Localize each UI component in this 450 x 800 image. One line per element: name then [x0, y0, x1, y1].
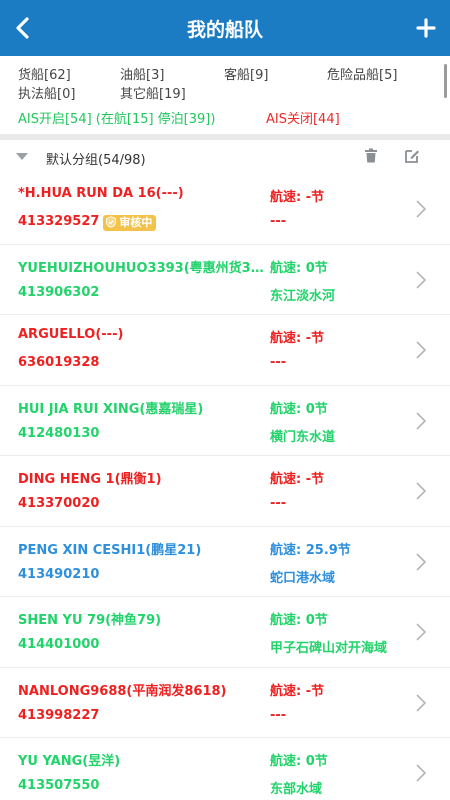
- group-header[interactable]: 默认分组(54/98): [0, 140, 450, 174]
- group-name: 默认分组(54/98): [46, 153, 146, 168]
- ship-area: ---: [270, 214, 287, 229]
- ship-mmsi: 636019328: [18, 355, 99, 370]
- fleet-stats: 货船[62] 油船[3] 客船[9] 危险品船[5] 执法船[0] 其它船[19…: [0, 56, 450, 134]
- ship-name: ARGUELLO(---): [18, 327, 124, 342]
- ship-area: 甲子石碑山对开海域: [270, 641, 388, 656]
- chevron-right-icon[interactable]: [414, 621, 428, 643]
- trash-icon[interactable]: [362, 147, 380, 165]
- ship-mmsi-value: 413490210: [18, 566, 100, 582]
- ship-name: NANLONG9688(平南润发8618): [18, 683, 227, 699]
- scrollbar[interactable]: [444, 64, 447, 98]
- ship-mmsi: 414401000: [18, 637, 99, 652]
- ship-row[interactable]: DING HENG 1(鼎衡1) 413370020 航速: -节 ---: [0, 456, 450, 527]
- ship-mmsi: 413329527 审核中: [18, 214, 157, 231]
- edit-icon[interactable]: [403, 147, 421, 165]
- ship-name: DING HENG 1(鼎衡1): [18, 472, 162, 487]
- ship-mmsi-value: 413507550: [18, 778, 100, 793]
- chevron-right-icon[interactable]: [414, 762, 428, 784]
- ship-name: SHEN YU 79(神鱼79): [18, 613, 162, 628]
- stat-ais-off[interactable]: AIS关闭[44]: [266, 108, 340, 127]
- ship-mmsi-value: 412480130: [18, 425, 100, 441]
- ship-speed: 航速: 25.9节: [270, 542, 351, 558]
- chevron-right-icon[interactable]: [414, 198, 428, 220]
- ship-area: 横门东水道: [270, 429, 336, 445]
- ship-mmsi: 413507550: [18, 778, 99, 793]
- status-badge-label: 审核中: [119, 216, 153, 229]
- ship-mmsi: 413906302: [18, 285, 99, 300]
- ship-speed: 航速: 0节: [270, 613, 328, 628]
- status-badge: 审核中: [103, 215, 157, 231]
- ship-mmsi: 413998227: [18, 708, 99, 723]
- stat-passenger[interactable]: 客船[9]: [224, 64, 268, 83]
- ship-mmsi: 413490210: [18, 567, 99, 582]
- ship-row[interactable]: NANLONG9688(平南润发8618) 413998227 航速: -节 ---: [0, 668, 450, 738]
- ship-area: ---: [270, 355, 287, 370]
- ship-mmsi-value: 636019328: [18, 355, 100, 370]
- ship-row[interactable]: YU YANG(昱洋) 413507550 航速: 0节 东部水域: [0, 738, 450, 800]
- ship-name: PENG XIN CESHI1(鹏星21): [18, 542, 202, 558]
- ship-mmsi-value: 413370020: [18, 496, 100, 511]
- collapse-triangle-icon[interactable]: [16, 153, 28, 160]
- ship-row[interactable]: SHEN YU 79(神鱼79) 414401000 航速: 0节甲子石碑山对开海域: [0, 597, 450, 668]
- ship-row[interactable]: *H.HUA RUN DA 16(---) 413329527 审核中 航速: -节 -…: [0, 174, 450, 245]
- chevron-right-icon[interactable]: [414, 551, 428, 573]
- ship-area: ---: [270, 707, 287, 723]
- chevron-right-icon[interactable]: [414, 692, 428, 714]
- stat-law[interactable]: 执法船[0]: [18, 83, 75, 102]
- plus-icon[interactable]: [410, 12, 442, 44]
- ship-name: YUEHUIZHOUHUO3393(粤惠州货3393): [18, 260, 266, 276]
- ship-name: *H.HUA RUN DA 16(---): [18, 186, 184, 201]
- ship-area: 东部水域: [270, 782, 323, 797]
- ship-mmsi-value: 414401000: [18, 637, 100, 652]
- chevron-right-icon[interactable]: [414, 269, 428, 291]
- ship-mmsi-value: 413906302: [18, 284, 100, 300]
- ship-speed: 航速: -节: [270, 331, 325, 346]
- chevron-right-icon[interactable]: [414, 410, 428, 432]
- ship-area: 东江淡水河: [270, 288, 336, 304]
- ship-row[interactable]: YUEHUIZHOUHUO3393(粤惠州货3393) 413906302 航速: …: [0, 245, 450, 315]
- ship-row[interactable]: ARGUELLO(---) 636019328 航速: -节 ---: [0, 315, 450, 386]
- page-title: 我的船队: [186, 19, 263, 41]
- ship-speed: 航速: 0节: [270, 401, 328, 417]
- stat-cargo[interactable]: 货船[62]: [18, 64, 71, 83]
- ship-name: YU YANG(昱洋): [18, 754, 121, 769]
- chevron-right-icon[interactable]: [414, 480, 428, 502]
- ship-speed: 航速: -节: [270, 472, 325, 487]
- shield-check-icon: [106, 216, 117, 228]
- ship-row[interactable]: HUI JIA RUI XING(惠嘉瑞星) 412480130 航速: 0节 横门东…: [0, 386, 450, 456]
- stat-oil[interactable]: 油船[3]: [120, 64, 164, 83]
- ship-list: *H.HUA RUN DA 16(---) 413329527 审核中 航速: -节 -…: [0, 174, 450, 800]
- ship-mmsi-value: 413329527: [18, 214, 100, 229]
- ship-speed: 航速: -节: [270, 190, 325, 205]
- ship-area: 蛇口港水域: [270, 570, 336, 586]
- stat-ais-on[interactable]: AIS开启[54] (在航[15] 停泊[39]): [18, 108, 215, 127]
- ship-area: ---: [270, 496, 287, 511]
- top-bar: 我的船队: [0, 0, 450, 56]
- ship-speed: 航速: 0节: [270, 754, 328, 769]
- ship-speed: 航速: -节: [270, 683, 325, 699]
- ship-mmsi-value: 413998227: [18, 707, 100, 723]
- ship-speed: 航速: 0节: [270, 260, 328, 276]
- ship-mmsi: 413370020: [18, 496, 99, 511]
- ship-mmsi: 412480130: [18, 426, 99, 441]
- stat-dangerous[interactable]: 危险品船[5]: [327, 64, 397, 83]
- chevron-right-icon[interactable]: [414, 339, 428, 361]
- stat-other[interactable]: 其它船[19]: [120, 83, 186, 102]
- ship-row[interactable]: PENG XIN CESHI1(鹏星21) 413490210 航速: 25.9节蛇…: [0, 527, 450, 597]
- ship-name: HUI JIA RUI XING(惠嘉瑞星): [18, 401, 204, 417]
